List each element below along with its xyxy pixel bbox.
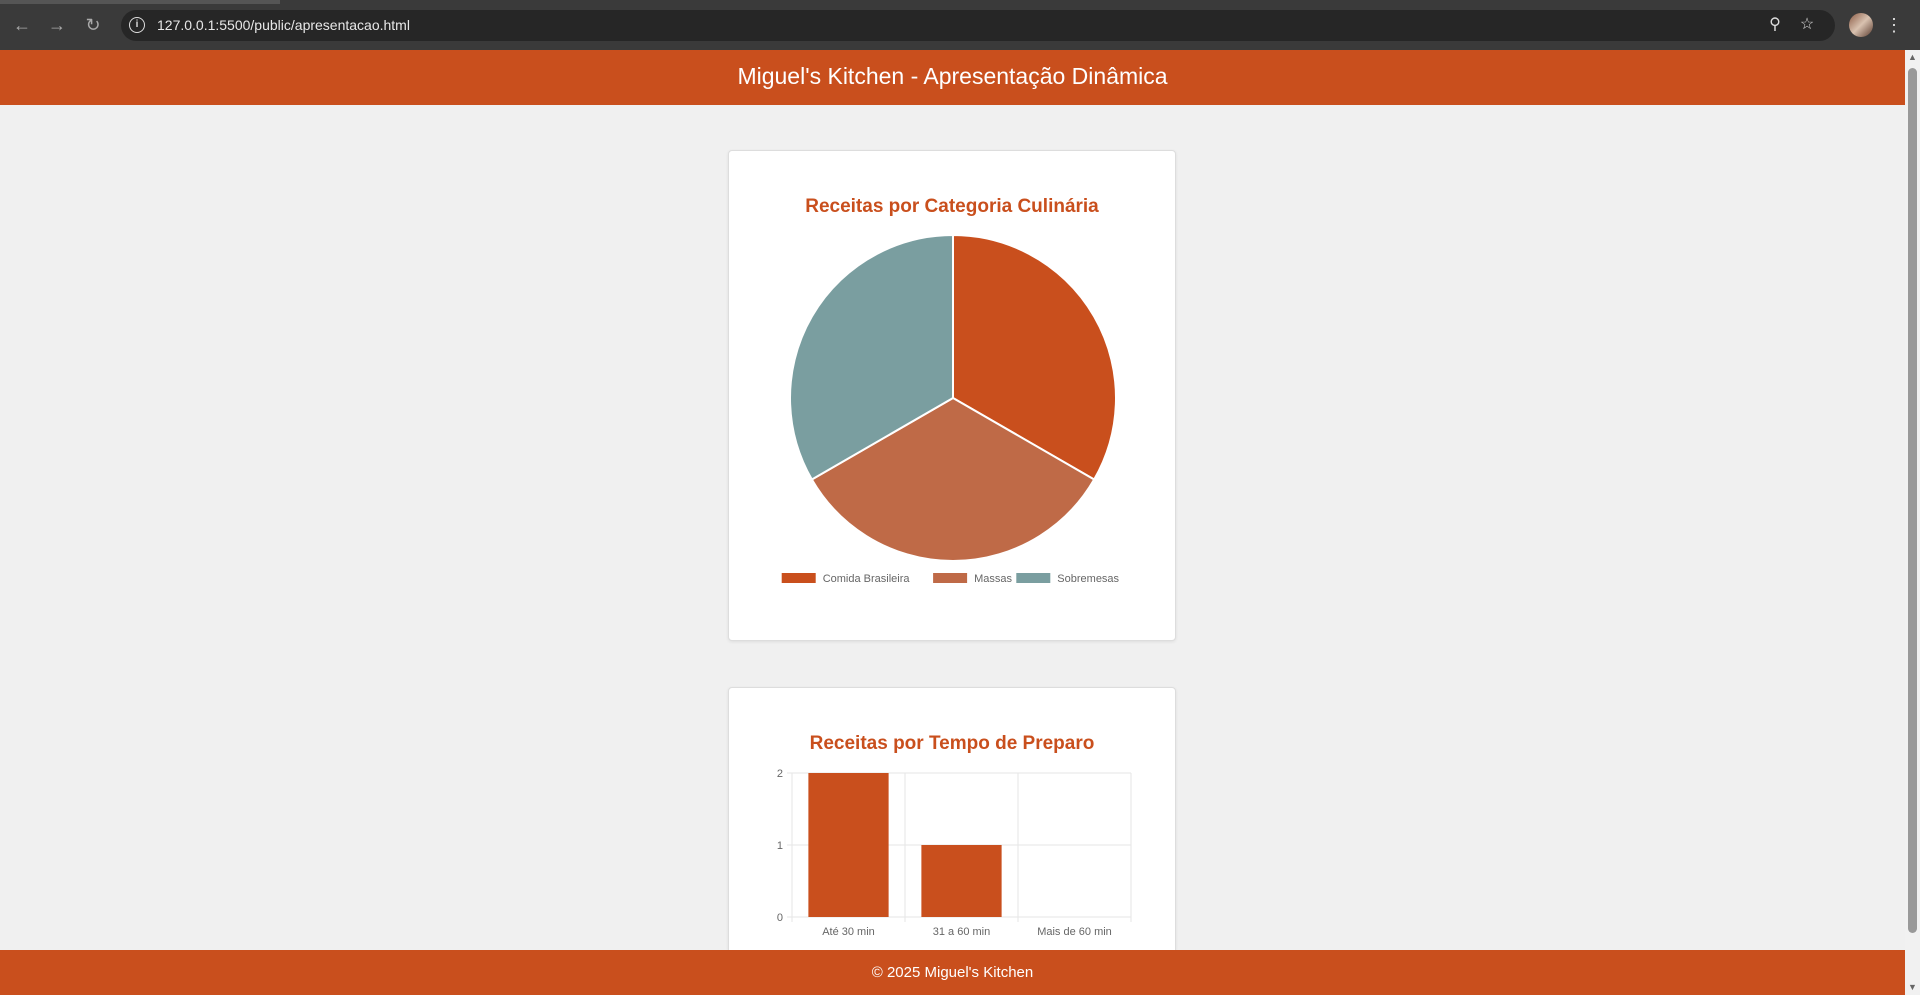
address-bar[interactable]: i 127.0.0.1:5500/public/apresentacao.htm… [121,10,1835,41]
scroll-down-arrow-icon[interactable]: ▼ [1905,980,1920,995]
page-content: Miguel's Kitchen - Apresentação Dinâmica… [0,50,1905,995]
bar-chart-card: Receitas por Tempo de Preparo 0 1 2 Até 30 … [728,687,1176,950]
bar-2[interactable] [921,845,1002,917]
legend-label: Massas [974,573,1012,585]
vertical-scrollbar[interactable]: ▲ ▼ [1905,50,1920,995]
x-tick-label: Mais de 60 min [1037,926,1112,938]
legend-swatch [933,573,968,583]
pie-chart: Comida Brasileira Massas Sobremesas [781,233,1120,585]
forward-arrow-icon[interactable]: → [45,13,69,37]
pie-chart-card: Receitas por Categoria Culinária Comida … [728,150,1176,641]
bookmark-star-icon[interactable]: ☆ [1796,14,1818,36]
x-tick-label: Até 30 min [822,926,875,938]
site-info-icon[interactable]: i [129,17,145,33]
y-tick-label: 1 [777,840,783,852]
bar-chart-title: Receitas por Tempo de Preparo [809,733,1095,754]
legend-label: Comida Brasileira [823,573,911,585]
profile-avatar[interactable] [1849,13,1873,37]
scrollbar-thumb[interactable] [1908,68,1917,933]
legend-item-comida-brasileira[interactable]: Comida Brasileira [781,573,911,585]
y-tick-label: 0 [777,912,783,924]
legend-item-massas[interactable]: Massas [933,573,1012,585]
page-title: Miguel's Kitchen - Apresentação Dinâmica [737,63,1168,89]
page-footer: © 2025 Miguel's Kitchen [0,950,1905,995]
browser-menu-icon[interactable]: ⋮ [1884,13,1904,37]
legend-swatch [1016,573,1051,583]
pie-chart-title: Receitas por Categoria Culinária [805,196,1099,217]
url-text[interactable]: 127.0.0.1:5500/public/apresentacao.html [157,17,410,33]
bar-chart: 0 1 2 Até 30 min 31 a 60 min Mais de 60 min [777,768,1132,938]
tab-strip [0,0,280,4]
bar-1[interactable] [808,773,889,917]
page-header: Miguel's Kitchen - Apresentação Dinâmica [0,50,1905,105]
footer-text: © 2025 Miguel's Kitchen [871,964,1034,981]
legend-item-sobremesas[interactable]: Sobremesas [1016,573,1120,585]
zoom-icon[interactable]: ⚲ [1764,14,1786,36]
scroll-up-arrow-icon[interactable]: ▲ [1905,50,1920,65]
browser-toolbar: ← → ↻ i 127.0.0.1:5500/public/apresentac… [0,0,1920,50]
reload-icon[interactable]: ↻ [81,13,105,37]
x-tick-label: 31 a 60 min [933,926,990,938]
legend-swatch [781,573,816,583]
y-tick-label: 2 [777,768,783,780]
legend-label: Sobremesas [1057,573,1119,585]
back-arrow-icon[interactable]: ← [10,13,34,37]
